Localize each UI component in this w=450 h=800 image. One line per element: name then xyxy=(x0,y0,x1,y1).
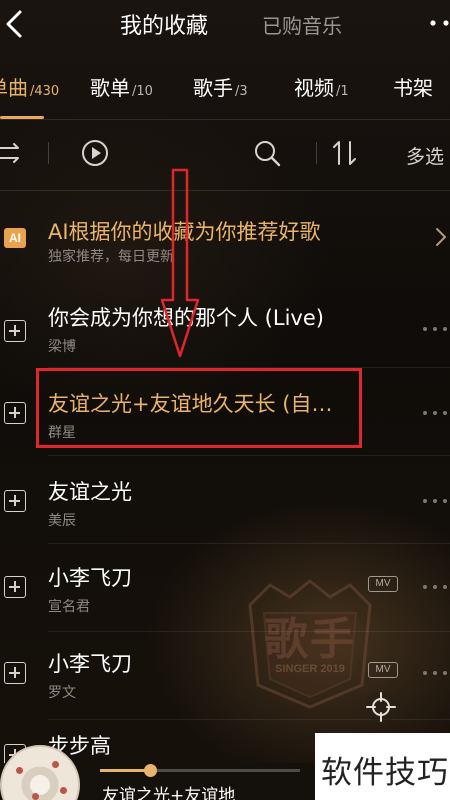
now-playing-title: 友谊之光+友谊地 xyxy=(102,786,236,800)
back-arrow-icon[interactable] xyxy=(2,6,30,42)
add-to-playlist-icon[interactable] xyxy=(4,576,26,598)
annotation-arrow-icon xyxy=(160,168,200,358)
top-bar: 我的收藏 已购音乐 xyxy=(0,0,450,50)
song-artist: 梁博 xyxy=(48,339,76,355)
ai-recommend-subtitle: 独家推荐，每日更新 xyxy=(48,249,174,265)
tab-bookshelf-label: 书架 xyxy=(393,76,433,100)
progress-knob[interactable] xyxy=(144,764,157,777)
tab-songs[interactable]: 单曲/430 xyxy=(0,72,59,101)
sort-icon[interactable] xyxy=(330,138,360,168)
song-more-icon[interactable] xyxy=(420,668,450,678)
mv-badge[interactable]: MV xyxy=(368,662,398,678)
cover-pattern xyxy=(16,767,23,774)
tab-playlists[interactable]: 歌单/10 xyxy=(90,72,153,101)
song-row[interactable]: 小李飞刀 宣名君 MV xyxy=(0,544,450,632)
progress-fill xyxy=(100,769,150,772)
shuffle-icon[interactable] xyxy=(0,138,26,168)
progress-bar[interactable] xyxy=(100,764,300,777)
tab-songs-count: /430 xyxy=(30,84,60,99)
toolbar-separator xyxy=(316,142,317,164)
page-title: 我的收藏 xyxy=(120,14,209,39)
song-artist: 美辰 xyxy=(48,513,76,529)
cover-pattern xyxy=(32,793,39,800)
ai-recommend-row[interactable]: AI AI根据你的收藏为你推荐好歌 独家推荐，每日更新 xyxy=(0,200,450,274)
tab-playlists-label: 歌单 xyxy=(90,76,130,100)
tab-videos-label: 视频 xyxy=(294,76,334,100)
purchased-music-tab[interactable]: 已购音乐 xyxy=(262,10,342,39)
add-to-playlist-icon[interactable] xyxy=(4,662,26,684)
chevron-right-icon xyxy=(436,228,447,246)
tab-videos[interactable]: 视频/1 xyxy=(294,72,349,101)
tab-singers-label: 歌手 xyxy=(193,76,233,100)
song-row[interactable]: 友谊之光 美辰 xyxy=(0,456,450,544)
add-to-playlist-icon[interactable] xyxy=(4,320,26,342)
tab-playlists-count: /10 xyxy=(132,84,153,99)
locate-current-icon[interactable] xyxy=(364,690,398,724)
tab-videos-count: /1 xyxy=(336,84,349,99)
song-title: 友谊之光 xyxy=(48,480,132,504)
cover-pattern xyxy=(52,761,59,768)
song-title: 小李飞刀 xyxy=(48,652,132,676)
ai-badge: AI xyxy=(4,228,26,248)
tab-singers-count: /3 xyxy=(235,84,248,99)
play-circle-icon[interactable] xyxy=(80,138,110,168)
song-more-icon[interactable] xyxy=(420,324,450,334)
category-tabs: 单曲/430 歌单/10 歌手/3 视频/1 书架 xyxy=(0,64,450,120)
tab-singers[interactable]: 歌手/3 xyxy=(193,72,248,101)
list-toolbar: 多选 xyxy=(0,132,450,176)
song-row[interactable]: 你会成为你想的那个人 (Live) 梁博 xyxy=(0,280,450,368)
mv-badge[interactable]: MV xyxy=(368,576,398,592)
watermark-text: 软件技巧 xyxy=(321,755,449,791)
toolbar-separator xyxy=(48,142,49,164)
cover-pattern xyxy=(60,787,67,794)
song-artist: 罗文 xyxy=(48,685,76,701)
add-to-playlist-icon[interactable] xyxy=(4,402,26,424)
song-more-icon[interactable] xyxy=(420,408,450,418)
song-title: 小李飞刀 xyxy=(48,566,132,590)
multi-select-button[interactable]: 多选 xyxy=(406,142,444,169)
tab-bookshelf[interactable]: 书架 xyxy=(393,72,435,101)
song-more-icon[interactable] xyxy=(420,496,450,506)
toolbar-divider xyxy=(0,190,450,191)
add-to-playlist-icon[interactable] xyxy=(4,490,26,512)
tabs-divider xyxy=(0,119,450,120)
watermark: 软件技巧 xyxy=(315,733,450,800)
search-icon[interactable] xyxy=(252,138,282,168)
annotation-highlight-box xyxy=(36,368,362,448)
song-more-icon[interactable] xyxy=(420,582,450,592)
more-options-icon[interactable] xyxy=(424,14,450,32)
tab-songs-label: 单曲 xyxy=(0,76,28,100)
song-artist: 宣名君 xyxy=(48,599,90,615)
